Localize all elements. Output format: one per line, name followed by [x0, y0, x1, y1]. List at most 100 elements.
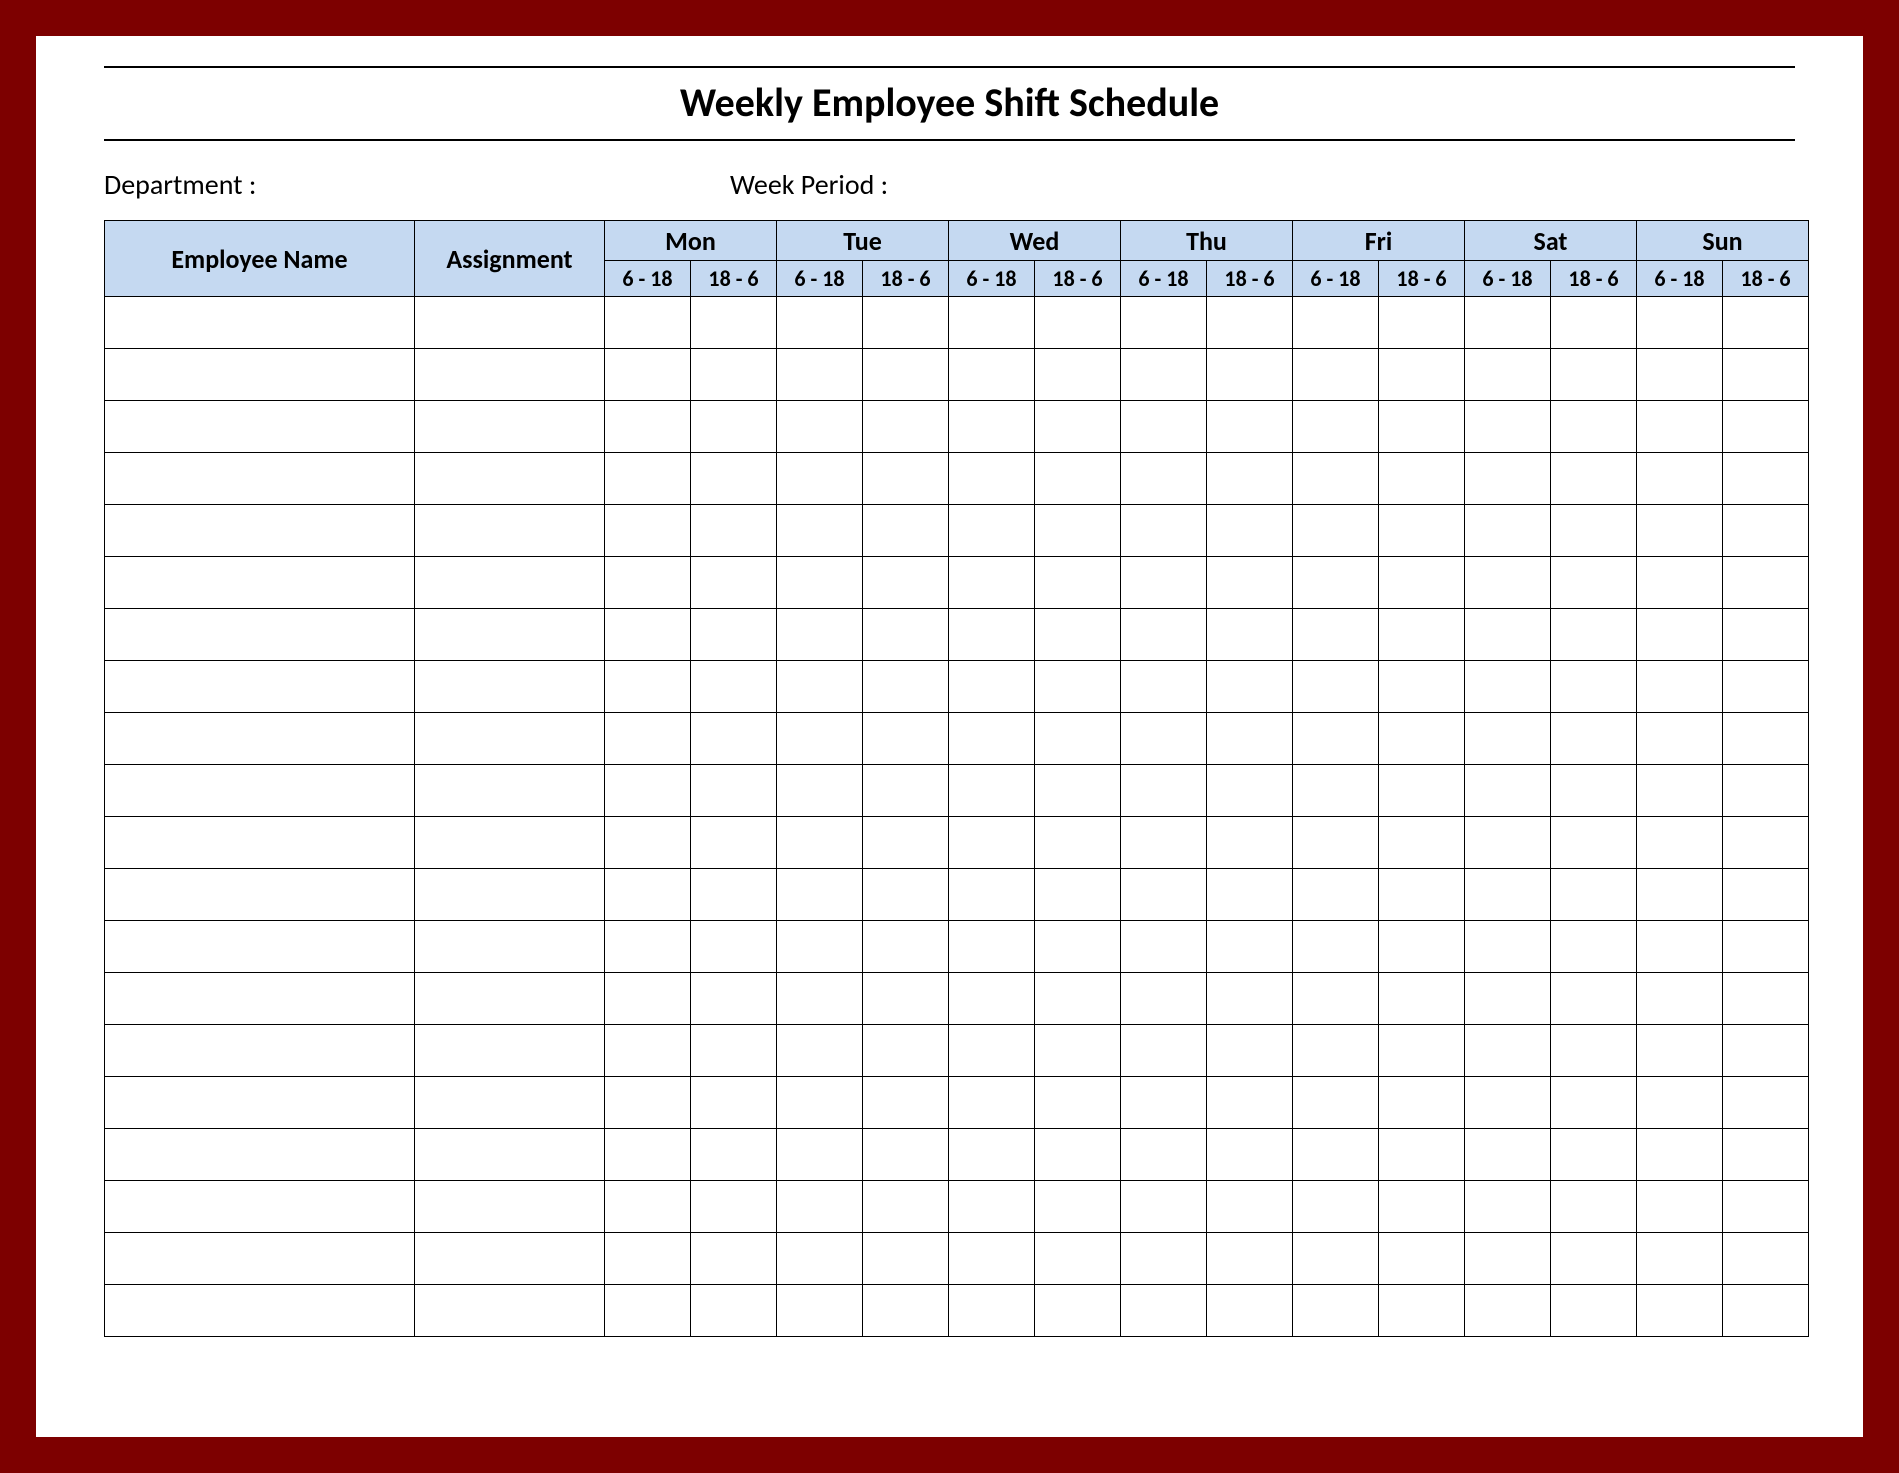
- schedule-cell[interactable]: [691, 349, 777, 401]
- schedule-cell[interactable]: [1121, 609, 1207, 661]
- schedule-cell[interactable]: [1293, 921, 1379, 973]
- schedule-cell[interactable]: [777, 1181, 863, 1233]
- schedule-cell[interactable]: [1293, 1285, 1379, 1337]
- schedule-cell[interactable]: [605, 453, 691, 505]
- schedule-cell[interactable]: [605, 1129, 691, 1181]
- schedule-cell[interactable]: [105, 817, 415, 869]
- schedule-cell[interactable]: [1035, 297, 1121, 349]
- schedule-cell[interactable]: [105, 921, 415, 973]
- schedule-cell[interactable]: [863, 1129, 949, 1181]
- schedule-cell[interactable]: [1379, 609, 1465, 661]
- schedule-cell[interactable]: [777, 1129, 863, 1181]
- schedule-cell[interactable]: [1035, 557, 1121, 609]
- schedule-cell[interactable]: [1207, 297, 1293, 349]
- schedule-cell[interactable]: [691, 1077, 777, 1129]
- schedule-cell[interactable]: [1207, 1233, 1293, 1285]
- schedule-cell[interactable]: [1465, 921, 1551, 973]
- schedule-cell[interactable]: [1207, 1129, 1293, 1181]
- schedule-cell[interactable]: [105, 973, 415, 1025]
- schedule-cell[interactable]: [1723, 453, 1809, 505]
- schedule-cell[interactable]: [1379, 817, 1465, 869]
- schedule-cell[interactable]: [415, 1129, 605, 1181]
- schedule-cell[interactable]: [1293, 401, 1379, 453]
- schedule-cell[interactable]: [777, 453, 863, 505]
- schedule-cell[interactable]: [1465, 505, 1551, 557]
- schedule-cell[interactable]: [1207, 557, 1293, 609]
- schedule-cell[interactable]: [1379, 1077, 1465, 1129]
- schedule-cell[interactable]: [1379, 869, 1465, 921]
- schedule-cell[interactable]: [863, 817, 949, 869]
- schedule-cell[interactable]: [605, 1025, 691, 1077]
- schedule-cell[interactable]: [1207, 1077, 1293, 1129]
- schedule-cell[interactable]: [949, 401, 1035, 453]
- schedule-cell[interactable]: [1293, 557, 1379, 609]
- schedule-cell[interactable]: [691, 765, 777, 817]
- schedule-cell[interactable]: [863, 661, 949, 713]
- schedule-cell[interactable]: [949, 661, 1035, 713]
- schedule-cell[interactable]: [1551, 557, 1637, 609]
- schedule-cell[interactable]: [1035, 1129, 1121, 1181]
- schedule-cell[interactable]: [777, 765, 863, 817]
- schedule-cell[interactable]: [863, 713, 949, 765]
- schedule-cell[interactable]: [415, 869, 605, 921]
- schedule-cell[interactable]: [777, 297, 863, 349]
- schedule-cell[interactable]: [1379, 765, 1465, 817]
- schedule-cell[interactable]: [1723, 1077, 1809, 1129]
- schedule-cell[interactable]: [105, 869, 415, 921]
- schedule-cell[interactable]: [605, 973, 691, 1025]
- schedule-cell[interactable]: [605, 817, 691, 869]
- schedule-cell[interactable]: [863, 869, 949, 921]
- schedule-cell[interactable]: [1637, 765, 1723, 817]
- schedule-cell[interactable]: [949, 505, 1035, 557]
- schedule-cell[interactable]: [605, 1077, 691, 1129]
- schedule-cell[interactable]: [1207, 609, 1293, 661]
- schedule-cell[interactable]: [1121, 921, 1207, 973]
- schedule-cell[interactable]: [691, 921, 777, 973]
- schedule-cell[interactable]: [1551, 349, 1637, 401]
- schedule-cell[interactable]: [863, 349, 949, 401]
- schedule-cell[interactable]: [1035, 1025, 1121, 1077]
- schedule-cell[interactable]: [691, 401, 777, 453]
- schedule-cell[interactable]: [777, 973, 863, 1025]
- schedule-cell[interactable]: [1035, 817, 1121, 869]
- schedule-cell[interactable]: [105, 1025, 415, 1077]
- schedule-cell[interactable]: [1637, 401, 1723, 453]
- schedule-cell[interactable]: [1035, 609, 1121, 661]
- schedule-cell[interactable]: [1293, 453, 1379, 505]
- schedule-cell[interactable]: [1551, 765, 1637, 817]
- schedule-cell[interactable]: [691, 1025, 777, 1077]
- schedule-cell[interactable]: [105, 1129, 415, 1181]
- schedule-cell[interactable]: [605, 401, 691, 453]
- schedule-cell[interactable]: [1551, 401, 1637, 453]
- schedule-cell[interactable]: [1207, 973, 1293, 1025]
- schedule-cell[interactable]: [1551, 713, 1637, 765]
- schedule-cell[interactable]: [1379, 349, 1465, 401]
- schedule-cell[interactable]: [1637, 349, 1723, 401]
- schedule-cell[interactable]: [1465, 973, 1551, 1025]
- schedule-cell[interactable]: [863, 401, 949, 453]
- schedule-cell[interactable]: [1035, 505, 1121, 557]
- schedule-cell[interactable]: [1035, 713, 1121, 765]
- schedule-cell[interactable]: [1465, 453, 1551, 505]
- schedule-cell[interactable]: [863, 505, 949, 557]
- schedule-cell[interactable]: [949, 297, 1035, 349]
- schedule-cell[interactable]: [1293, 973, 1379, 1025]
- schedule-cell[interactable]: [1637, 817, 1723, 869]
- schedule-cell[interactable]: [949, 869, 1035, 921]
- schedule-cell[interactable]: [1551, 817, 1637, 869]
- schedule-cell[interactable]: [415, 297, 605, 349]
- schedule-cell[interactable]: [415, 609, 605, 661]
- schedule-cell[interactable]: [1379, 1129, 1465, 1181]
- schedule-cell[interactable]: [415, 557, 605, 609]
- schedule-cell[interactable]: [1723, 1025, 1809, 1077]
- schedule-cell[interactable]: [1035, 921, 1121, 973]
- schedule-cell[interactable]: [415, 505, 605, 557]
- schedule-cell[interactable]: [1121, 297, 1207, 349]
- schedule-cell[interactable]: [1379, 505, 1465, 557]
- schedule-cell[interactable]: [1551, 297, 1637, 349]
- schedule-cell[interactable]: [1293, 1233, 1379, 1285]
- schedule-cell[interactable]: [415, 921, 605, 973]
- schedule-cell[interactable]: [1293, 349, 1379, 401]
- schedule-cell[interactable]: [105, 713, 415, 765]
- schedule-cell[interactable]: [605, 349, 691, 401]
